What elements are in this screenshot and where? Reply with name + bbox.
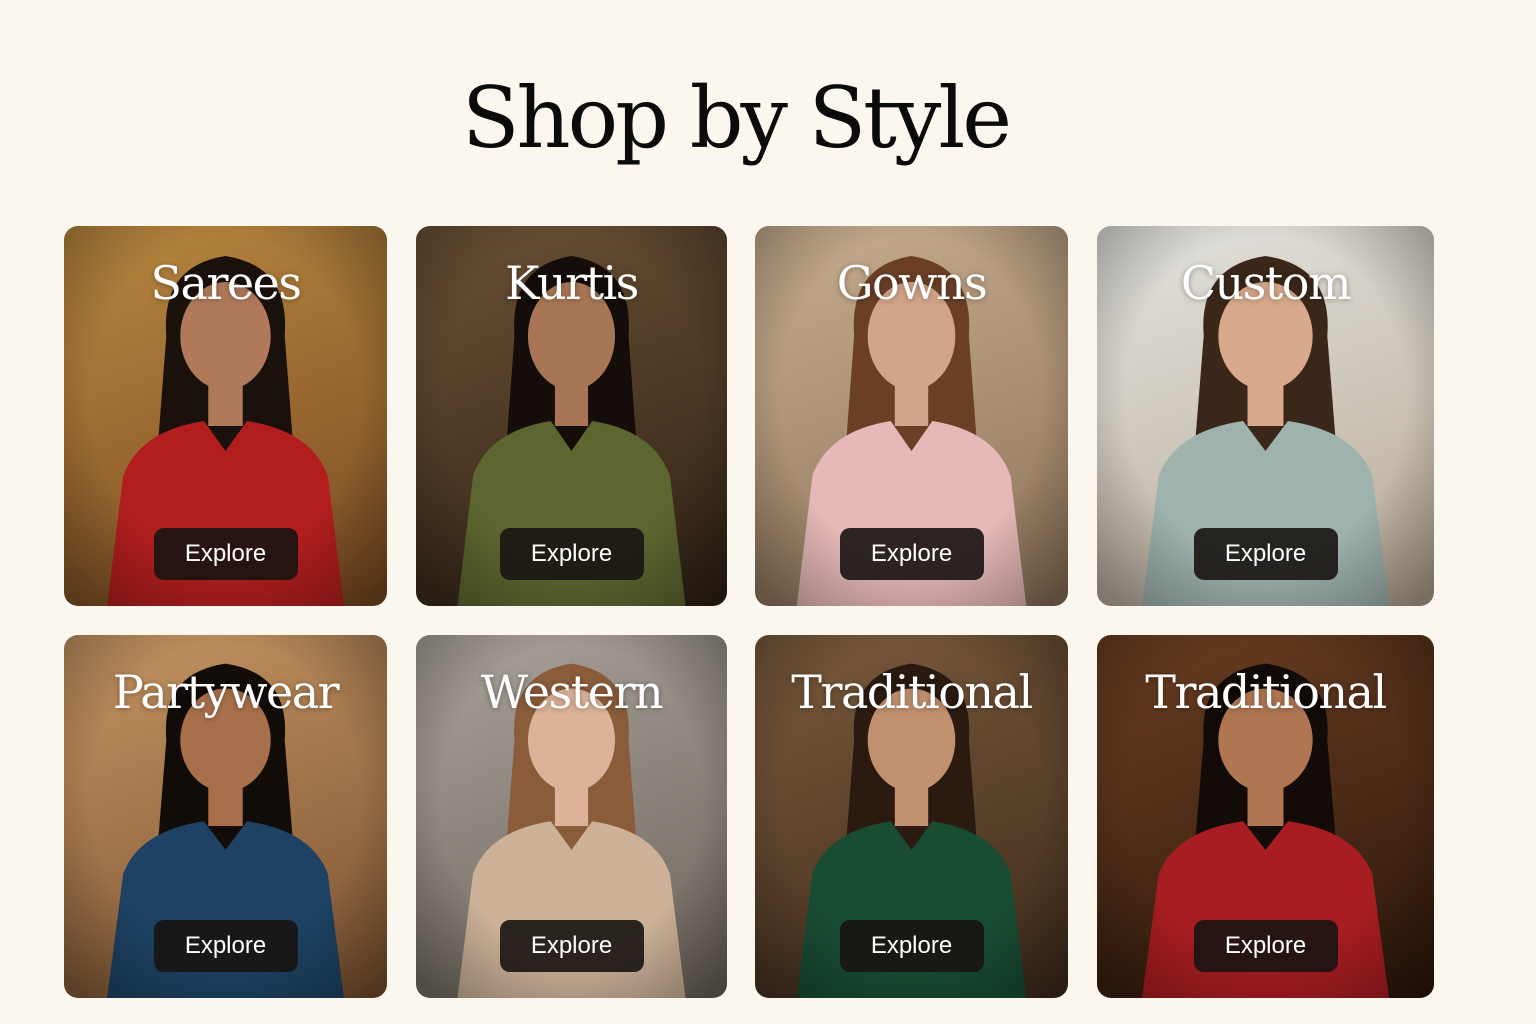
explore-button[interactable]: Explore: [499, 920, 644, 972]
explore-button[interactable]: Explore: [499, 528, 644, 580]
page-title: Shop by Style: [462, 69, 1012, 167]
explore-button[interactable]: Explore: [1193, 528, 1338, 580]
category-card-partywear[interactable]: Partywear Explore: [64, 635, 387, 998]
card-label: Western: [480, 665, 664, 719]
card-label: Partywear: [112, 665, 340, 719]
category-card-western[interactable]: Western Explore: [416, 635, 727, 998]
category-card-custom[interactable]: Custom Explore: [1097, 226, 1434, 606]
card-label: Traditional: [791, 665, 1033, 719]
category-card-traditional-2[interactable]: Traditional Explore: [1097, 635, 1434, 998]
card-label: Custom: [1180, 256, 1352, 310]
explore-button[interactable]: Explore: [839, 528, 984, 580]
card-label: Traditional: [1145, 665, 1387, 719]
card-label: Kurtis: [505, 256, 639, 310]
category-card-traditional[interactable]: Traditional Explore: [755, 635, 1068, 998]
explore-button[interactable]: Explore: [1193, 920, 1338, 972]
explore-button[interactable]: Explore: [153, 920, 298, 972]
explore-button[interactable]: Explore: [153, 528, 298, 580]
card-label: Sarees: [150, 256, 302, 310]
category-card-kurtis[interactable]: Kurtis Explore: [416, 226, 727, 606]
explore-button[interactable]: Explore: [839, 920, 984, 972]
category-card-sarees[interactable]: Sarees Explore: [64, 226, 387, 606]
card-label: Gowns: [836, 256, 988, 310]
category-card-gowns[interactable]: Gowns Explore: [755, 226, 1068, 606]
